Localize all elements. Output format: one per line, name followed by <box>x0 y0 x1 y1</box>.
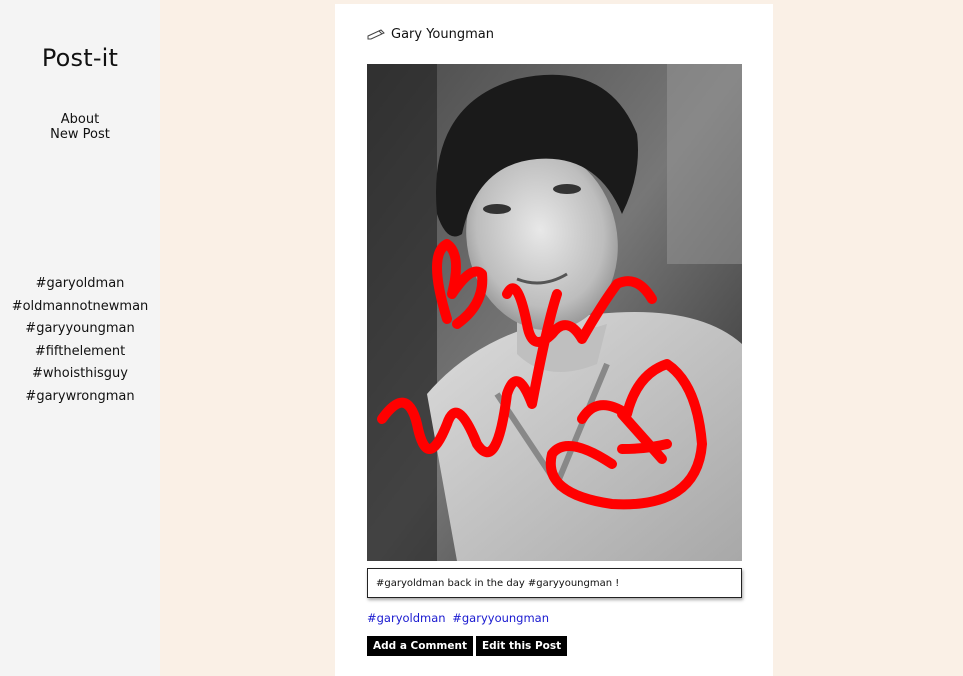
post-caption: #garyoldman back in the day #garyyoungma… <box>367 568 742 598</box>
post-title: Gary Youngman <box>391 26 494 42</box>
sidebar-tag-link[interactable]: #oldmannotnewman <box>0 296 160 319</box>
pencil-icon <box>367 29 385 40</box>
post-card: Gary Youngman #garyoldman back in the da… <box>335 4 773 676</box>
site-logo[interactable]: Post-it <box>0 44 160 72</box>
edit-post-button[interactable]: Edit this Post <box>475 636 568 656</box>
post-actions: Add a Comment Edit this Post <box>367 636 568 656</box>
sidebar-tag-link[interactable]: #whoisthisguy <box>0 363 160 386</box>
sidebar: Post-it About New Post #garyoldman #oldm… <box>0 0 160 676</box>
add-comment-button[interactable]: Add a Comment <box>367 636 473 656</box>
post-tag-list: #garyoldman #garyyoungman <box>367 611 552 625</box>
sidebar-tag-link[interactable]: #garyyoungman <box>0 318 160 341</box>
sidebar-tag-link[interactable]: #fifthelement <box>0 341 160 364</box>
sidebar-nav: About New Post <box>0 112 160 142</box>
sidebar-tag-link[interactable]: #garywrongman <box>0 386 160 409</box>
nav-about-link[interactable]: About <box>0 112 160 127</box>
post-header: Gary Youngman <box>367 24 494 44</box>
post-image <box>367 64 742 561</box>
post-tag-link[interactable]: #garyyoungman <box>452 611 549 625</box>
sidebar-tag-list: #garyoldman #oldmannotnewman #garyyoungm… <box>0 273 160 409</box>
nav-new-post-link[interactable]: New Post <box>0 127 160 142</box>
photo-with-doodle <box>367 64 742 561</box>
post-tag-link[interactable]: #garyoldman <box>367 611 446 625</box>
sidebar-tag-link[interactable]: #garyoldman <box>0 273 160 296</box>
